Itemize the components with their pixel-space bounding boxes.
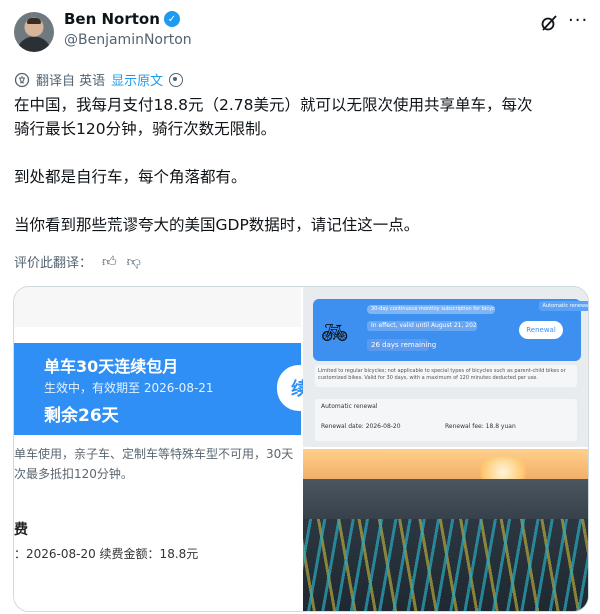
rate-translation-label: 评价此翻译： [14,256,93,271]
translation-bar: 翻译自 英语 显示原文 [14,70,184,89]
tweet-line-2: 骑行最长120分钟，骑行次数无限制。 [14,120,277,138]
translated-from-label: 翻译自 英语 [36,74,106,89]
media-image-subscription-zh[interactable]: 续 单车30天连续包月 生效中，有效期至 2026-08-21 剩余26天 单车… [14,287,315,611]
bicycle-icon: 🚲︎ [321,321,349,346]
media-image-subscription-en[interactable]: 🚲︎ 30-day continuous monthly subscriptio… [303,287,588,447]
days-remaining: 剩余26天 [44,406,119,426]
grok-icon[interactable] [540,14,558,32]
translate-icon [14,72,30,87]
en-usage-note: Limited to regular bicycles; not applica… [315,365,577,387]
more-icon[interactable]: ··· [568,10,588,31]
en-renewal-box: Automatic renewal Renewal date: 2026-08-… [315,399,577,441]
thumbs-down-icon[interactable]: 👎︎ [127,253,141,270]
en-valid-until: In effect, valid until August 21, 2026 [367,321,477,331]
media-grid[interactable]: 续 单车30天连续包月 生效中，有效期至 2026-08-21 剩余26天 单车… [13,286,589,612]
renewal-info: ：2026-08-20 续费金额：18.8元 [14,547,199,561]
en-days-remaining: 26 days remaining [367,339,436,351]
subscription-desc-2: 次最多抵扣120分钟。 [14,467,133,481]
verified-badge-icon: ✓ [163,11,180,27]
station-building [303,479,588,519]
tweet-paragraph-2: 到处都是自行车，每个角落都有。 [14,168,247,186]
rate-translation: 评价此翻译： 👍︎ 👎︎ [14,252,141,271]
parked-bikes [303,519,588,611]
en-renewal-title: Automatic renewal [321,403,378,410]
en-renewal-date: Renewal date: 2026-08-20 [321,423,401,430]
settings-icon[interactable] [169,72,184,87]
en-subscription-card: 🚲︎ 30-day continuous monthly subscriptio… [313,299,588,361]
en-renewal-button: Renewal [519,321,563,339]
fee-heading: 费 [14,522,28,538]
media-image-shared-bikes-photo[interactable] [303,449,588,611]
thumbs-up-icon[interactable]: 👍︎ [102,253,117,270]
subscription-status: 生效中，有效期至 2026-08-21 [44,381,214,395]
subscription-title: 单车30天连续包月 [44,357,179,376]
en-renewal-fee: Renewal fee: 18.8 yuan [445,423,516,430]
en-subscription-title: 30-day continuous monthly subscription f… [367,305,495,314]
author-name-row[interactable]: Ben Norton ✓ [64,10,180,28]
tweet-paragraph-3: 当你看到那些荒谬夸大的美国GDP数据时，请记住这一点。 [14,216,420,234]
subscription-desc-1: 单车使用，亲子车、定制车等特殊车型不可用，30天 [14,447,294,461]
avatar[interactable] [14,12,54,52]
show-original-link[interactable]: 显示原文 [111,70,163,89]
tweet-line-1: 在中国，我每月支付18.8元（2.78美元）就可以无限次使用共享单车，每次 [14,96,533,114]
app-header-strip [14,287,301,327]
en-auto-renewal-badge: Automatic renewal [539,301,588,311]
tweet-text: 在中国，我每月支付18.8元（2.78美元）就可以无限次使用共享单车，每次 骑行… [14,93,589,141]
author-handle[interactable]: @BenjaminNorton [64,32,192,48]
author-name[interactable]: Ben Norton [64,10,160,28]
